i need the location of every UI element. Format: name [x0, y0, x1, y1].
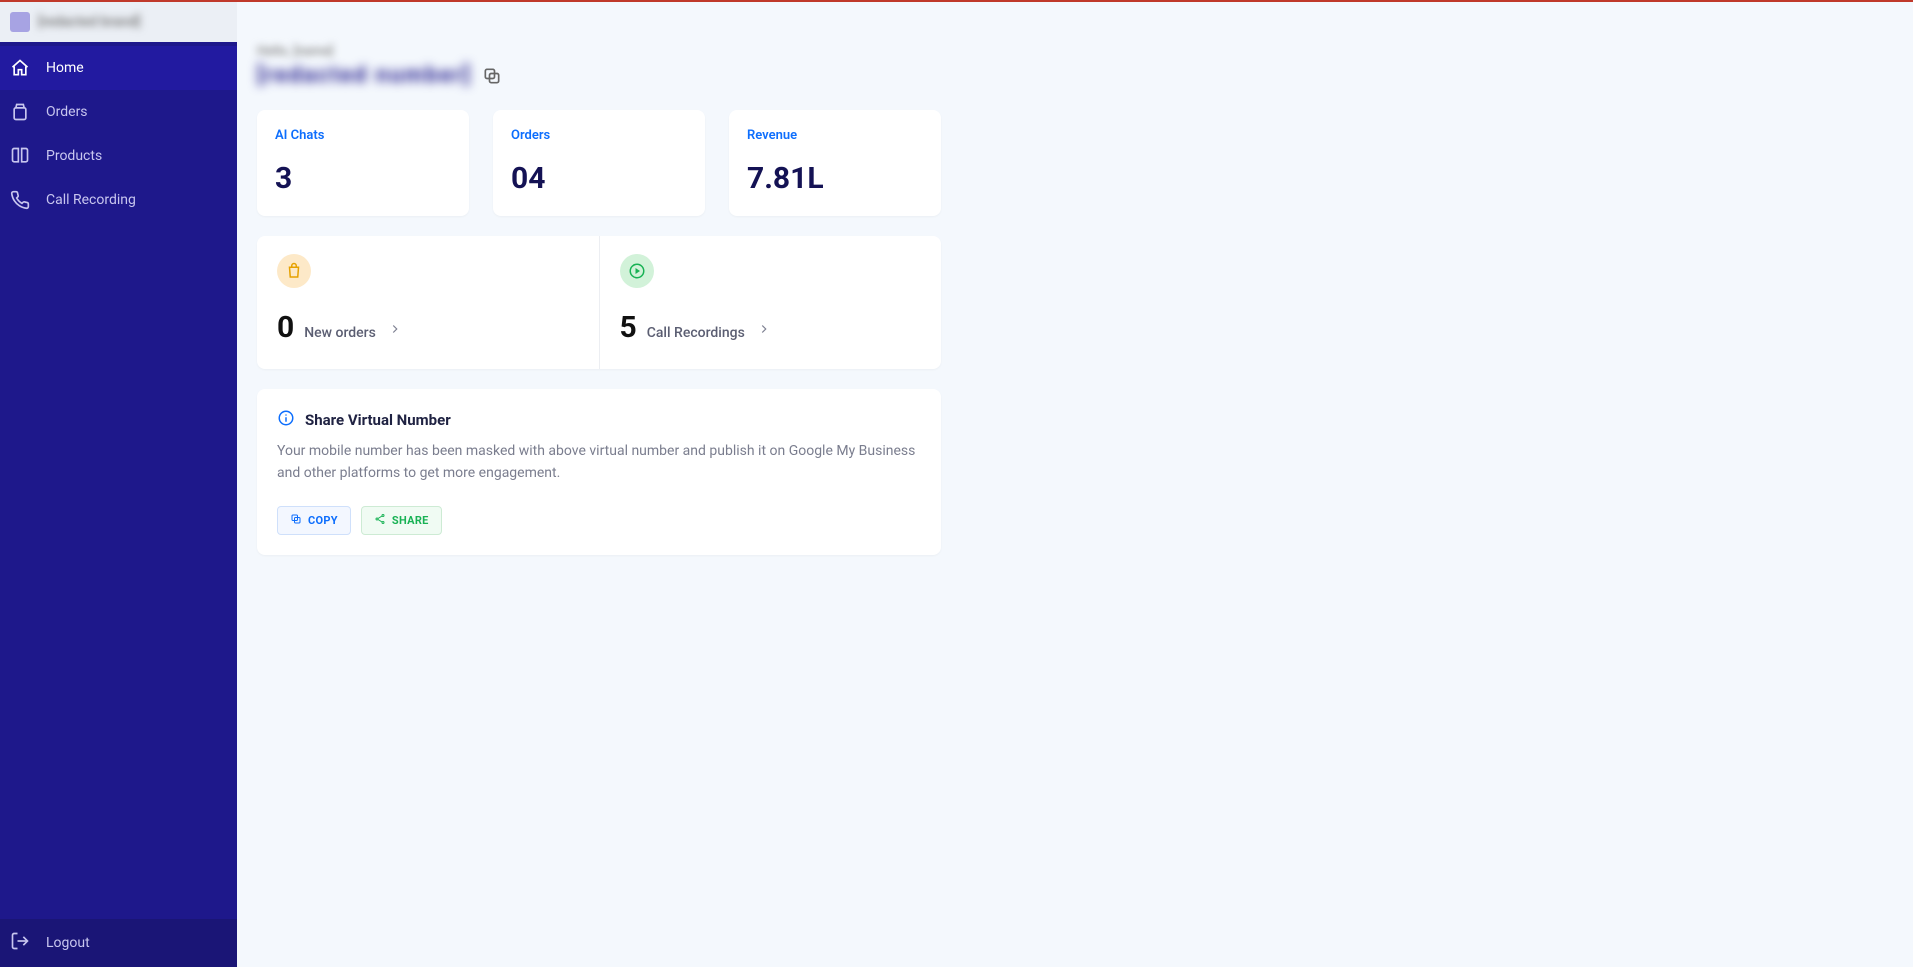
brand-row: [redacted brand]: [0, 2, 237, 42]
orders-icon: [10, 102, 30, 122]
stat-label: Revenue: [747, 128, 923, 143]
action-card: 0 New orders 5 Call Recordings: [257, 236, 941, 369]
virtual-phone-number: [redacted number]: [257, 63, 472, 88]
share-header: Share Virtual Number: [277, 409, 921, 431]
chevron-right-icon: [757, 321, 771, 335]
chevron-right-icon: [388, 321, 402, 335]
action-line: 5 Call Recordings: [620, 310, 922, 345]
sidebar-item-label: Orders: [46, 104, 88, 120]
copy-icon[interactable]: [482, 66, 502, 86]
logout-button[interactable]: Logout: [0, 919, 237, 967]
new-orders-tile[interactable]: 0 New orders: [257, 236, 599, 369]
stat-value: 3: [275, 161, 451, 196]
book-open-icon: [10, 146, 30, 166]
shopping-bag-icon: [277, 254, 311, 288]
share-body: Your mobile number has been masked with …: [277, 441, 921, 484]
copy-button-label: COPY: [308, 514, 338, 527]
sidebar: [redacted brand] Home Orders Products: [0, 2, 237, 967]
sidebar-item-home[interactable]: Home: [0, 46, 237, 90]
call-recordings-count: 5: [620, 310, 637, 345]
share-buttons: COPY SHARE: [277, 506, 921, 535]
hello-line: Hello, [name]: [257, 44, 333, 59]
copy-icon: [290, 513, 302, 528]
home-icon: [10, 58, 30, 78]
virtual-number-row: [redacted number]: [257, 63, 1893, 88]
sidebar-item-label: Home: [46, 60, 84, 76]
app-root: [redacted brand] Home Orders Products: [0, 2, 1913, 967]
sidebar-item-orders[interactable]: Orders: [0, 90, 237, 134]
sidebar-item-products[interactable]: Products: [0, 134, 237, 178]
sidebar-item-label: Call Recording: [46, 192, 136, 208]
call-recordings-label: Call Recordings: [647, 325, 745, 341]
brand-logo: [10, 12, 30, 32]
logout-icon: [10, 931, 30, 955]
stat-card-orders: Orders 04: [493, 110, 705, 216]
brand-name: [redacted brand]: [38, 14, 140, 30]
stat-card-ai-chats: AI Chats 3: [257, 110, 469, 216]
action-line: 0 New orders: [277, 310, 579, 345]
sidebar-item-call-recording[interactable]: Call Recording: [0, 178, 237, 222]
new-orders-count: 0: [277, 310, 294, 345]
share-virtual-number-card: Share Virtual Number Your mobile number …: [257, 389, 941, 555]
stat-row: AI Chats 3 Orders 04 Revenue 7.81L: [257, 110, 1893, 216]
sidebar-item-label: Products: [46, 148, 102, 164]
stat-card-revenue: Revenue 7.81L: [729, 110, 941, 216]
sidebar-nav: Home Orders Products Call Recording: [0, 42, 237, 222]
stat-label: Orders: [511, 128, 687, 143]
share-button-label: SHARE: [392, 514, 429, 527]
share-button[interactable]: SHARE: [361, 506, 442, 535]
copy-button[interactable]: COPY: [277, 506, 351, 535]
main-content: Hello, [name] [redacted number] AI Chats…: [237, 2, 1913, 967]
share-title: Share Virtual Number: [305, 411, 451, 429]
logout-label: Logout: [46, 935, 90, 951]
stat-value: 04: [511, 161, 687, 196]
share-icon: [374, 513, 386, 528]
stat-value: 7.81L: [747, 161, 923, 196]
call-recordings-tile[interactable]: 5 Call Recordings: [599, 236, 942, 369]
new-orders-label: New orders: [304, 325, 376, 341]
stat-label: AI Chats: [275, 128, 451, 143]
phone-icon: [10, 190, 30, 210]
play-circle-icon: [620, 254, 654, 288]
info-icon: [277, 409, 295, 431]
